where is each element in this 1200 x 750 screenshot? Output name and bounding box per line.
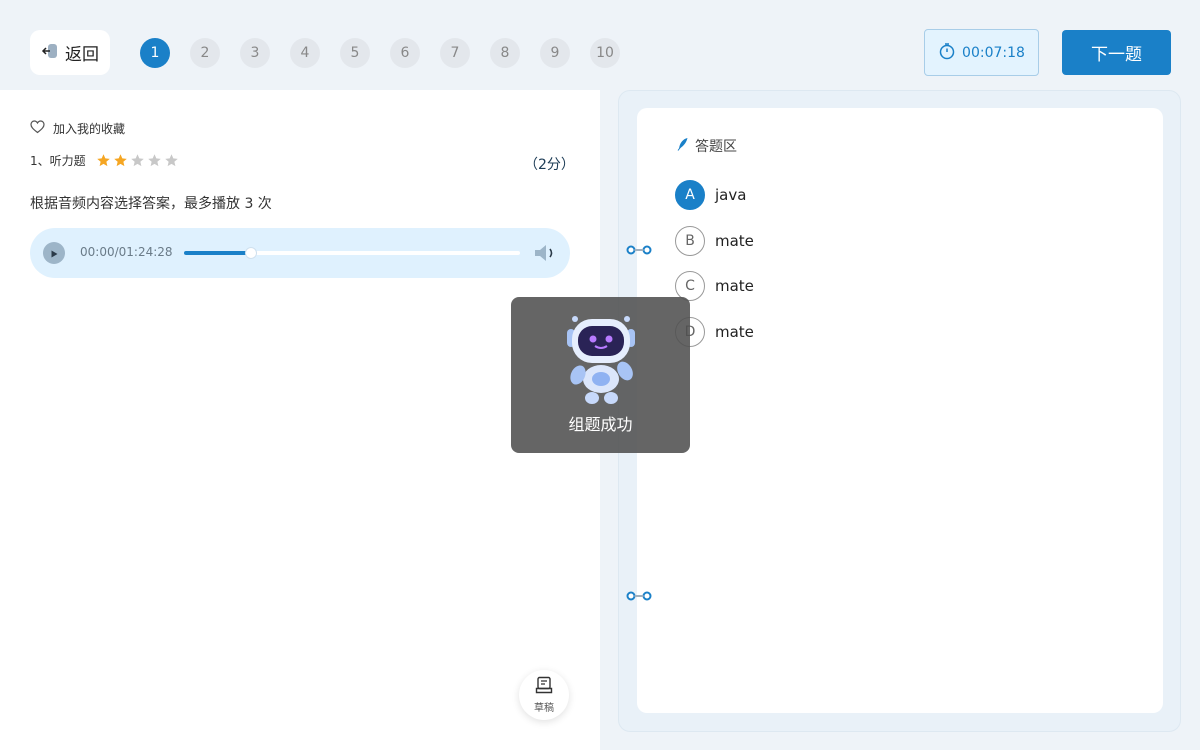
favorite-label: 加入我的收藏 bbox=[53, 122, 126, 136]
answer-option[interactable]: Cmate bbox=[675, 271, 754, 301]
answer-panel: 答题区 Ajava Bmate Cmate Dmate bbox=[637, 108, 1163, 713]
question-type-label: 1、听力题 bbox=[30, 154, 86, 168]
success-toast: 组题成功 bbox=[511, 297, 690, 453]
answer-area-title: 答题区 bbox=[677, 136, 737, 156]
question-score: （2分） bbox=[524, 157, 575, 173]
option-text: java bbox=[715, 186, 747, 204]
back-label: 返回 bbox=[65, 45, 99, 65]
volume-icon[interactable] bbox=[532, 242, 558, 264]
question-nav-item[interactable]: 1 bbox=[140, 38, 170, 68]
star-icon bbox=[147, 154, 161, 167]
play-button[interactable] bbox=[43, 242, 65, 264]
add-favorite-button[interactable]: 加入我的收藏 bbox=[30, 120, 125, 137]
star-icon bbox=[113, 154, 127, 167]
question-nav: 1 2 3 4 5 6 7 8 9 10 bbox=[140, 38, 620, 68]
question-nav-item[interactable]: 6 bbox=[390, 38, 420, 68]
back-button[interactable]: 返回 bbox=[30, 30, 110, 75]
question-nav-item[interactable]: 3 bbox=[240, 38, 270, 68]
stopwatch-icon bbox=[938, 42, 956, 64]
option-letter: A bbox=[675, 180, 705, 210]
question-nav-item[interactable]: 7 bbox=[440, 38, 470, 68]
audio-time: 00:00/01:24:28 bbox=[80, 245, 173, 259]
difficulty-stars bbox=[96, 153, 179, 168]
answer-option[interactable]: Bmate bbox=[675, 225, 754, 256]
question-nav-item[interactable]: 10 bbox=[590, 38, 620, 68]
draft-label: 草稿 bbox=[534, 703, 554, 714]
star-icon bbox=[96, 154, 110, 167]
option-letter: B bbox=[675, 225, 705, 256]
timer: 00:07:18 bbox=[924, 29, 1039, 76]
question-panel: 加入我的收藏 1、听力题 （2分） 根据音频内容选择答案，最多播放 3 次 00… bbox=[0, 90, 600, 750]
star-icon bbox=[164, 154, 178, 167]
question-nav-item[interactable]: 5 bbox=[340, 38, 370, 68]
header: 返回 1 2 3 4 5 6 7 8 9 10 00:07:18 下一题 bbox=[0, 0, 1200, 90]
question-type: 1、听力题 bbox=[30, 152, 179, 169]
robot-mascot-icon bbox=[563, 313, 639, 405]
answer-option[interactable]: Ajava bbox=[675, 180, 746, 210]
star-icon bbox=[130, 154, 144, 167]
audio-progress-fill bbox=[184, 251, 252, 255]
question-nav-item[interactable]: 9 bbox=[540, 38, 570, 68]
option-text: mate bbox=[715, 231, 754, 250]
option-text: mate bbox=[715, 277, 754, 295]
audio-player: 00:00/01:24:28 bbox=[30, 228, 570, 278]
binder-ring-icon bbox=[626, 586, 652, 601]
next-question-button[interactable]: 下一题 bbox=[1062, 30, 1171, 75]
draft-icon bbox=[535, 676, 553, 698]
timer-value: 00:07:18 bbox=[962, 44, 1025, 61]
answer-area-label: 答题区 bbox=[695, 139, 737, 155]
toast-message: 组题成功 bbox=[568, 415, 633, 434]
question-nav-item[interactable]: 8 bbox=[490, 38, 520, 68]
heart-icon bbox=[30, 120, 45, 137]
option-text: mate bbox=[715, 322, 754, 341]
play-icon bbox=[49, 244, 59, 263]
audio-progress-thumb[interactable] bbox=[245, 247, 258, 259]
draft-button[interactable]: 草稿 bbox=[519, 670, 569, 720]
question-text: 根据音频内容选择答案，最多播放 3 次 bbox=[30, 196, 272, 212]
question-nav-item[interactable]: 4 bbox=[290, 38, 320, 68]
feather-icon bbox=[677, 137, 689, 155]
binder-ring-icon bbox=[626, 240, 652, 255]
back-arrow-icon bbox=[41, 42, 59, 64]
audio-progress-track[interactable] bbox=[184, 247, 520, 259]
question-nav-item[interactable]: 2 bbox=[190, 38, 220, 68]
